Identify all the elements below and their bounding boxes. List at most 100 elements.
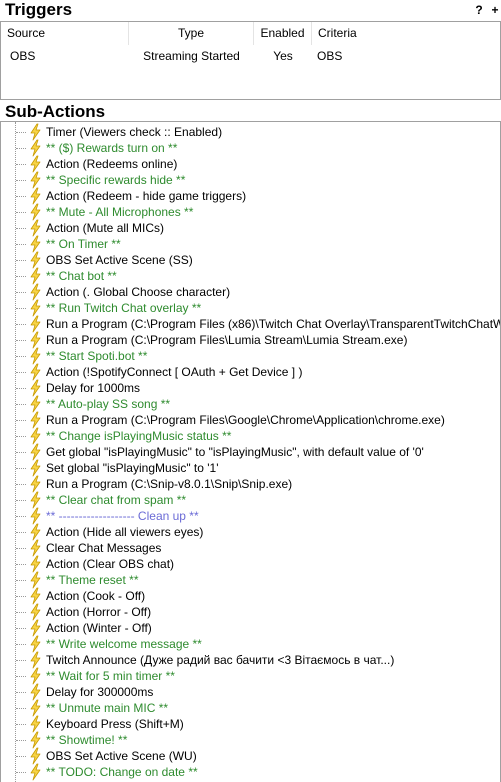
tree-connector bbox=[16, 228, 26, 229]
subaction-row[interactable]: ** Showtime! ** bbox=[1, 731, 500, 749]
subaction-row[interactable]: Action (Winter - Off) bbox=[1, 619, 500, 637]
subaction-row[interactable]: ** ------------------- Clean up ** bbox=[1, 507, 500, 525]
subaction-label: ** On Timer ** bbox=[46, 237, 121, 251]
subaction-row[interactable]: Timer (Viewers check :: Enabled) bbox=[1, 123, 500, 141]
column-header-enabled[interactable]: Enabled bbox=[254, 22, 312, 45]
subaction-row[interactable]: Run a Program (C:\Snip-v8.0.1\Snip\Snip.… bbox=[1, 475, 500, 493]
subaction-row[interactable]: ** Theme reset ** bbox=[1, 571, 500, 589]
subactions-tree[interactable]: Timer (Viewers check :: Enabled)** ($) R… bbox=[0, 121, 501, 782]
tree-connector bbox=[16, 292, 26, 293]
subaction-label: ** Run Twitch Chat overlay ** bbox=[46, 301, 202, 315]
tree-connector bbox=[16, 660, 26, 661]
subaction-label: Action (Mute all MICs) bbox=[46, 221, 165, 235]
subaction-label: ** ------------------- Clean up ** bbox=[46, 509, 199, 523]
subaction-row[interactable]: Clear Chat Messages bbox=[1, 539, 500, 557]
column-header-type[interactable]: Type bbox=[129, 22, 254, 45]
subaction-row[interactable]: Run a Program (C:\Program Files\Lumia St… bbox=[1, 331, 500, 349]
subaction-row[interactable]: Action (Mute all MICs) bbox=[1, 219, 500, 237]
subaction-label: Action (Clear OBS chat) bbox=[46, 557, 175, 571]
subaction-row[interactable]: ** Chat bot ** bbox=[1, 267, 500, 285]
subaction-row[interactable]: Run a Program (C:\Program Files (x86)\Tw… bbox=[1, 315, 501, 333]
subaction-label: Action (Horror - Off) bbox=[46, 605, 152, 619]
tree-connector bbox=[16, 340, 26, 341]
tree-connector bbox=[16, 308, 26, 309]
subaction-label: ** TODO: Change on date ** bbox=[46, 765, 198, 779]
subaction-row[interactable]: Delay for 1000ms bbox=[1, 379, 500, 397]
subaction-label: ** Clear chat from spam ** bbox=[46, 493, 187, 507]
subaction-row[interactable]: ** On Timer ** bbox=[1, 235, 500, 253]
tree-connector bbox=[16, 164, 26, 165]
subaction-label: Set global "isPlayingMusic" to '1' bbox=[46, 461, 219, 475]
subaction-row[interactable]: Action (. Global Choose character) bbox=[1, 283, 500, 301]
tree-connector bbox=[16, 548, 26, 549]
triggers-header: Triggers ? + bbox=[0, 0, 501, 20]
tree-connector bbox=[16, 564, 26, 565]
tree-connector bbox=[16, 772, 26, 773]
tree-connector bbox=[16, 516, 26, 517]
subaction-label: Get global "isPlayingMusic" to "isPlayin… bbox=[46, 445, 424, 459]
tree-connector bbox=[16, 628, 26, 629]
subaction-row[interactable]: Action (Horror - Off) bbox=[1, 603, 500, 621]
subaction-row[interactable]: ** Write welcome message ** bbox=[1, 635, 500, 653]
subaction-row[interactable]: Keyboard Press (Shift+M) bbox=[1, 715, 500, 733]
triggers-title: Triggers bbox=[5, 0, 73, 19]
subaction-label: ** ($) Rewards turn on ** bbox=[46, 141, 178, 155]
subaction-label: ** Mute - All Microphones ** bbox=[46, 205, 194, 219]
subaction-label: Run a Program (C:\Program Files (x86)\Tw… bbox=[46, 317, 501, 331]
subaction-row[interactable]: Set global "isPlayingMusic" to '1' bbox=[1, 459, 500, 477]
column-header-criteria[interactable]: Criteria bbox=[312, 22, 500, 45]
subaction-row[interactable]: Run a Program (C:\Program Files\Google\C… bbox=[1, 411, 500, 429]
subaction-label: Action (Hide all viewers eyes) bbox=[46, 525, 204, 539]
subaction-row[interactable]: ** Change isPlayingMusic status ** bbox=[1, 427, 500, 445]
subaction-label: Action (!SpotifyConnect [ OAuth + Get De… bbox=[46, 365, 303, 379]
subaction-label: ** Start Spoti.bot ** bbox=[46, 349, 148, 363]
subaction-label: ** Showtime! ** bbox=[46, 733, 128, 747]
subaction-row[interactable]: ** Wait for 5 min timer ** bbox=[1, 667, 500, 685]
subaction-row[interactable]: ** Start Spoti.bot ** bbox=[1, 347, 500, 365]
subaction-row[interactable]: ** ($) Rewards turn on ** bbox=[1, 139, 500, 157]
help-button[interactable]: ? bbox=[473, 2, 485, 18]
subaction-label: Run a Program (C:\Program Files\Google\C… bbox=[46, 413, 445, 427]
subaction-row[interactable]: Action (Redeems online) bbox=[1, 155, 500, 173]
tree-connector bbox=[16, 708, 26, 709]
subaction-label: Run a Program (C:\Snip-v8.0.1\Snip\Snip.… bbox=[46, 477, 293, 491]
subaction-label: Twitch Announce (Дуже радий вас бачити <… bbox=[46, 653, 395, 667]
subaction-label: ** Chat bot ** bbox=[46, 269, 117, 283]
subaction-row[interactable]: Get global "isPlayingMusic" to "isPlayin… bbox=[1, 443, 500, 461]
subaction-row[interactable]: OBS Set Active Scene (WU) bbox=[1, 747, 500, 765]
subaction-row[interactable]: ** Specific rewards hide ** bbox=[1, 171, 500, 189]
tree-connector bbox=[16, 436, 26, 437]
subaction-label: OBS Set Active Scene (WU) bbox=[46, 749, 197, 763]
subaction-label: ** Specific rewards hide ** bbox=[46, 173, 186, 187]
tree-connector bbox=[16, 212, 26, 213]
tree-connector bbox=[16, 532, 26, 533]
subaction-row[interactable]: Action (Cook - Off) bbox=[1, 587, 500, 605]
tree-connector bbox=[16, 500, 26, 501]
tree-connector bbox=[16, 580, 26, 581]
trigger-source: OBS bbox=[10, 49, 36, 63]
subaction-row[interactable]: Delay for 300000ms bbox=[1, 683, 500, 701]
subaction-row[interactable]: Action (Clear OBS chat) bbox=[1, 555, 500, 573]
subaction-row[interactable]: ** Unmute main MIC ** bbox=[1, 699, 500, 717]
subaction-row[interactable]: Action (!SpotifyConnect [ OAuth + Get De… bbox=[1, 363, 500, 381]
subaction-row[interactable]: OBS Set Active Scene (SS) bbox=[1, 251, 500, 269]
subaction-row[interactable]: Twitch Announce (Дуже радий вас бачити <… bbox=[1, 651, 500, 669]
subaction-label: Clear Chat Messages bbox=[46, 541, 162, 555]
tree-connector bbox=[16, 196, 26, 197]
tree-connector bbox=[16, 468, 26, 469]
subaction-row[interactable]: ** Auto-play SS song ** bbox=[1, 395, 500, 413]
subaction-row[interactable]: ** Run Twitch Chat overlay ** bbox=[1, 299, 500, 317]
column-header-source[interactable]: Source bbox=[1, 22, 129, 45]
triggers-list[interactable]: Source Type Enabled Criteria OBS Streami… bbox=[0, 21, 501, 100]
subaction-row[interactable]: Action (Redeem - hide game triggers) bbox=[1, 187, 500, 205]
subaction-row[interactable]: ** Clear chat from spam ** bbox=[1, 491, 500, 509]
subaction-label: Timer (Viewers check :: Enabled) bbox=[46, 125, 223, 139]
subaction-row[interactable]: ** TODO: Change on date ** bbox=[1, 763, 500, 781]
tree-connector bbox=[16, 740, 26, 741]
tree-connector bbox=[16, 724, 26, 725]
add-trigger-button[interactable]: + bbox=[489, 2, 501, 18]
tree-connector bbox=[16, 260, 26, 261]
subaction-row[interactable]: ** Mute - All Microphones ** bbox=[1, 203, 500, 221]
subaction-row[interactable]: Action (Hide all viewers eyes) bbox=[1, 523, 500, 541]
tree-connector bbox=[16, 244, 26, 245]
